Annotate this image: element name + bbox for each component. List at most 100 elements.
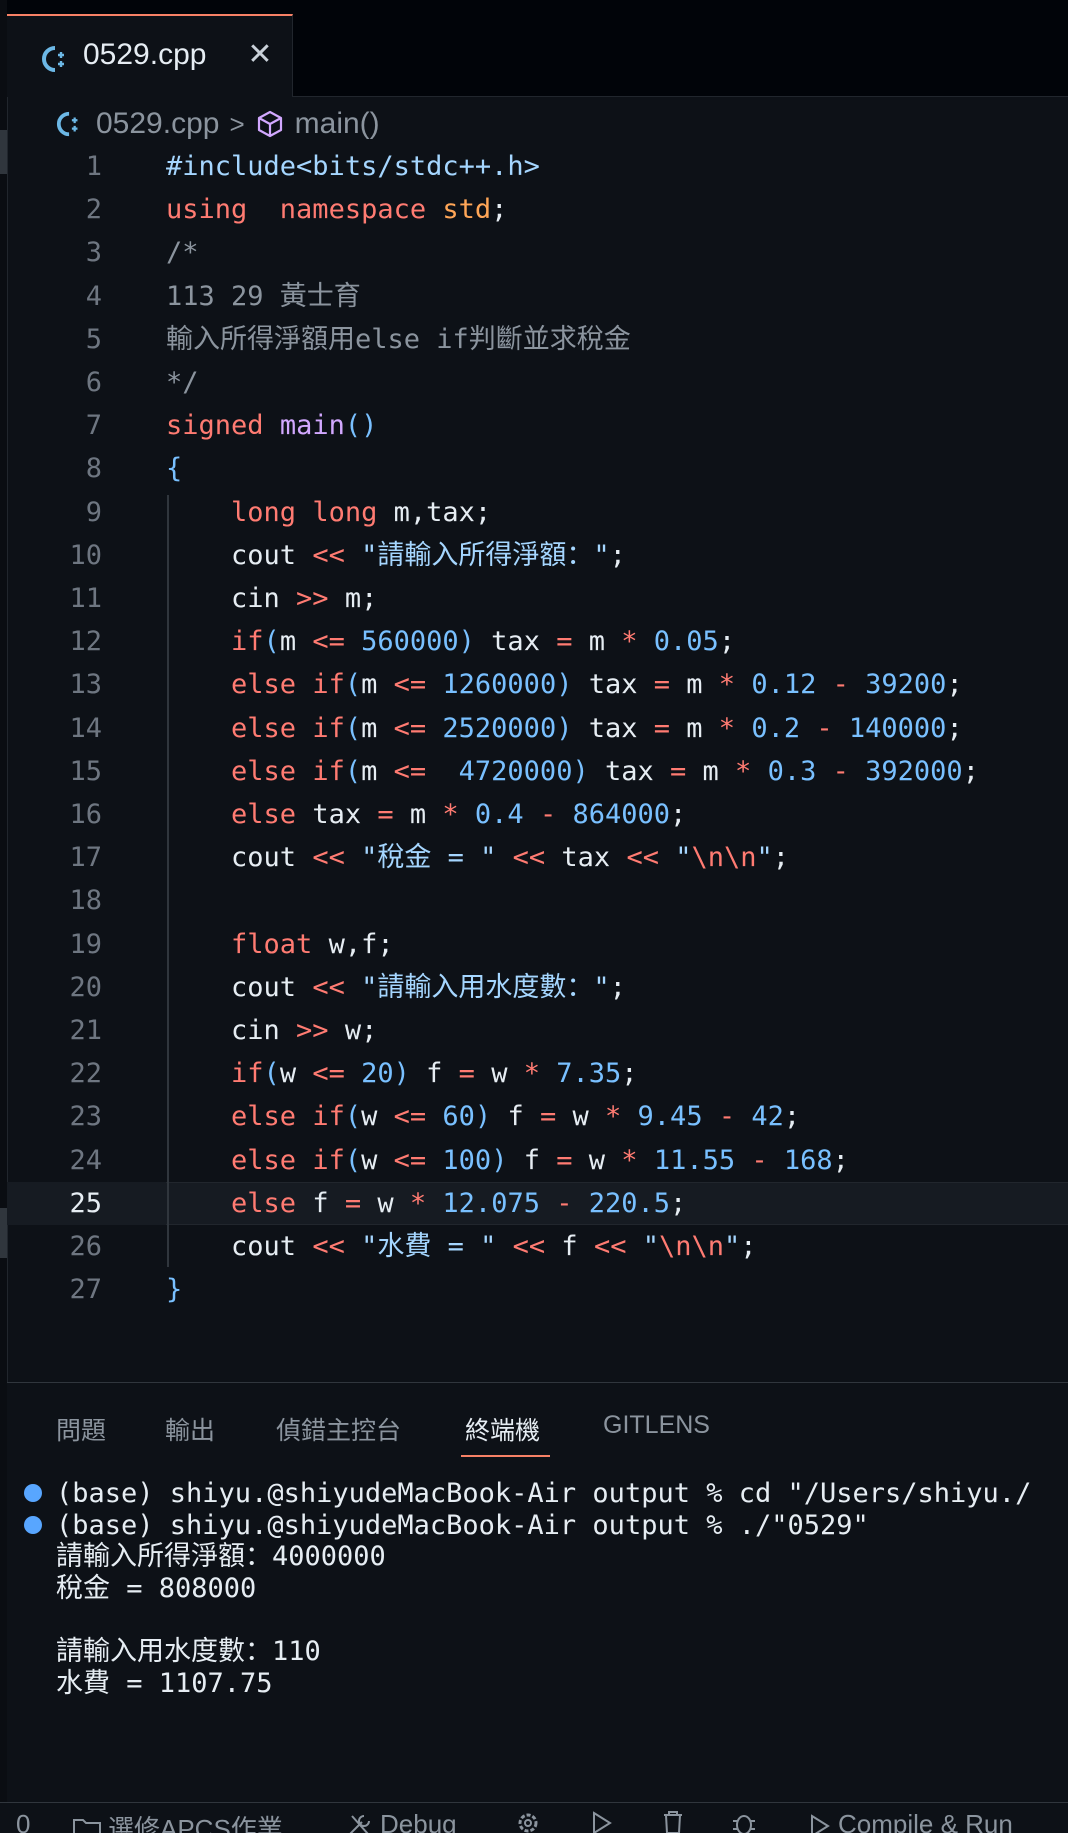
code-token: = <box>459 1058 475 1089</box>
code-token <box>296 713 312 744</box>
code-token: else <box>231 799 296 830</box>
code-token: ( <box>345 1145 361 1176</box>
code-line[interactable]: 3/* <box>7 231 1068 274</box>
code-token: w <box>280 1058 313 1089</box>
code-token: ; <box>670 799 686 830</box>
code-token <box>166 1101 231 1132</box>
code-token <box>768 1145 784 1176</box>
status-debug-label: Debug <box>380 1809 457 1833</box>
code-token: w <box>361 1101 394 1132</box>
play-icon[interactable] <box>588 1809 620 1833</box>
code-token: ) <box>572 756 588 787</box>
code-token: m <box>394 799 443 830</box>
code-token <box>816 756 832 787</box>
code-text: 113 29 黃士育 <box>166 275 361 318</box>
code-token: */ <box>166 367 199 398</box>
breadcrumb: 0529.cpp > main() <box>56 104 380 144</box>
command-status-dot[interactable] <box>24 1484 42 1502</box>
code-token: /* <box>166 237 199 268</box>
code-token <box>166 1145 231 1176</box>
code-token <box>735 1101 751 1132</box>
code-token <box>296 497 312 528</box>
tab-terminal[interactable]: 終端機 <box>465 1411 540 1447</box>
code-text: cout << "水費 = " << f << "\n\n"; <box>166 1225 757 1268</box>
code-token <box>540 1188 556 1219</box>
compile-run-label: Compile & Run <box>838 1809 1013 1833</box>
status-folder[interactable]: 選修APCS作業 <box>72 1809 283 1833</box>
code-line[interactable]: 4113 29 黃士育 <box>7 275 1068 318</box>
tab-gitlens[interactable]: GITLENS <box>603 1411 710 1440</box>
code-line[interactable]: 1#include<bits/stdc++.h> <box>7 145 1068 188</box>
code-text: cout << "請輸入用水度數："; <box>166 966 626 1009</box>
line-number: 26 <box>7 1225 102 1268</box>
code-editor[interactable]: 1#include<bits/stdc++.h>2using namespace… <box>7 150 1068 1380</box>
code-token <box>296 1145 312 1176</box>
code-token: ; <box>963 756 979 787</box>
code-line[interactable]: 6*/ <box>7 361 1068 404</box>
code-text: using namespace std; <box>166 188 507 231</box>
bug-icon[interactable] <box>730 1809 764 1833</box>
code-token: m <box>280 626 313 657</box>
line-number: 7 <box>7 404 102 447</box>
code-token: = <box>556 626 572 657</box>
code-token: 11.55 <box>654 1145 735 1176</box>
tab-debug-console[interactable]: 偵錯主控台 <box>276 1411 401 1447</box>
code-token <box>459 799 475 830</box>
code-token: 7.35 <box>556 1058 621 1089</box>
breadcrumb-file[interactable]: 0529.cpp <box>96 107 219 141</box>
code-token: tax <box>296 799 377 830</box>
code-token: - <box>751 1145 767 1176</box>
code-line[interactable]: 8{ <box>7 447 1068 490</box>
code-token: 0.2 <box>751 713 800 744</box>
indent-guide <box>167 495 169 1267</box>
code-token: m <box>361 756 394 787</box>
tab-output[interactable]: 輸出 <box>165 1411 215 1447</box>
tab-0529-cpp[interactable]: 0529.cpp ✕ <box>7 14 293 97</box>
code-line[interactable]: 27} <box>7 1268 1068 1311</box>
code-token <box>849 669 865 700</box>
line-number: 14 <box>7 707 102 750</box>
code-token: if <box>312 713 345 744</box>
code-token <box>166 713 231 744</box>
code-line[interactable]: 2using namespace std; <box>7 188 1068 231</box>
gear-icon[interactable] <box>514 1809 548 1833</box>
code-token: if <box>231 1058 264 1089</box>
line-number: 25 <box>7 1182 102 1225</box>
code-token: m <box>670 713 719 744</box>
code-line[interactable]: 7signed main() <box>7 404 1068 447</box>
code-token: 113 29 黃士育 <box>166 281 361 312</box>
code-line[interactable]: 5輸入所得淨額用else if判斷並求稅金 <box>7 318 1068 361</box>
code-token: = <box>377 799 393 830</box>
code-token: <bits/stdc++.h> <box>296 151 540 182</box>
status-count[interactable]: 0 <box>16 1809 30 1833</box>
compile-run[interactable]: Compile & Run <box>806 1809 1013 1833</box>
code-token: <= <box>394 669 427 700</box>
code-text: #include<bits/stdc++.h> <box>166 145 540 188</box>
code-token <box>735 713 751 744</box>
code-token: tax <box>545 842 626 873</box>
code-token: cout <box>166 1231 312 1262</box>
code-text: } <box>166 1268 182 1311</box>
code-token: float <box>231 929 312 960</box>
trash-icon[interactable] <box>660 1809 692 1833</box>
code-token: ) <box>491 1145 507 1176</box>
breadcrumb-symbol[interactable]: main() <box>295 107 380 141</box>
code-token <box>426 194 442 225</box>
code-token: m; <box>329 583 378 614</box>
folder-icon <box>72 1816 102 1833</box>
code-text: else if(m <= 1260000) tax = m * 0.12 - 3… <box>166 663 963 706</box>
code-token <box>345 1058 361 1089</box>
code-token: tax <box>475 626 556 657</box>
command-status-dot[interactable] <box>24 1516 42 1534</box>
code-token <box>426 1188 442 1219</box>
code-token: " <box>757 842 773 873</box>
status-debug[interactable]: Debug <box>346 1809 457 1833</box>
close-icon[interactable]: ✕ <box>245 40 275 70</box>
code-token <box>166 929 231 960</box>
line-number: 17 <box>7 836 102 879</box>
code-token: \n\n <box>691 842 756 873</box>
tab-problems[interactable]: 問題 <box>56 1411 106 1447</box>
code-token: * <box>735 756 751 787</box>
code-token <box>166 1058 231 1089</box>
code-token: main <box>280 410 345 441</box>
